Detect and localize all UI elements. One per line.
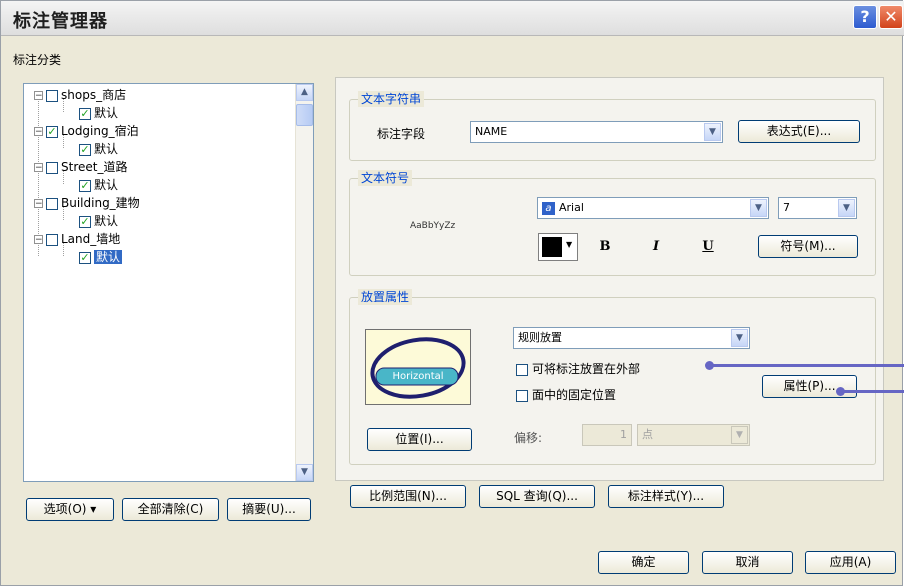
expression-button[interactable]: 表达式(E)... [738,120,860,143]
placement-method-select[interactable]: 规则放置 ▼ [513,327,750,349]
chevron-down-icon[interactable]: ▼ [704,123,721,141]
layer-label: shops_商店 [61,88,127,102]
label-manager-window: 标注管理器 ? ✕ 标注分类 − shops_商店 ✓ 默认 − ✓ Lodging_宿… [0,0,904,586]
sql-query-button[interactable]: SQL 查询(Q)... [479,485,595,508]
class-checkbox[interactable]: ✓ [79,215,91,228]
class-checkbox[interactable]: ✓ [79,107,91,120]
scale-range-button[interactable]: 比例范围(N)... [350,485,466,508]
placement-method-value: 规则放置 [518,331,562,344]
fixed-position-option[interactable]: 面中的固定位置 [516,387,616,403]
font-size-value: 7 [783,201,790,214]
collapse-icon[interactable]: − [34,199,43,209]
underline-button[interactable]: U [688,233,728,261]
scroll-thumb[interactable] [296,104,313,126]
tree-layer-row[interactable]: − ✓ Lodging_宿泊 [34,122,139,140]
summary-button[interactable]: 摘要(U)... [227,498,311,521]
preview-label: Horizontal [392,371,444,382]
callout-line [841,390,904,393]
group-title: 文本字符串 [358,91,425,107]
caret-down-icon: ▼ [566,240,573,249]
symbol-button[interactable]: 符号(M)... [758,235,858,258]
tree-class-row[interactable]: ✓ 默认 [79,104,118,122]
chevron-down-icon[interactable]: ▼ [731,329,748,347]
place-outside-label: 可将标注放置在外部 [532,362,641,376]
bold-button[interactable]: B [585,233,625,261]
layer-checkbox[interactable] [46,197,58,210]
class-label: 默认 [94,106,119,120]
label-field-select[interactable]: NAME ▼ [470,121,723,143]
layer-checkbox[interactable]: ✓ [46,125,58,138]
color-swatch [542,237,562,257]
help-button[interactable]: ? [853,5,877,29]
scroll-up-icon[interactable]: ▲ [296,84,313,101]
layer-checkbox[interactable] [46,233,58,246]
layer-label: Building_建物 [61,196,140,210]
chevron-down-icon[interactable]: ▼ [838,199,855,217]
options-button[interactable]: 选项(O) ▾ [26,498,114,521]
tree-scrollbar[interactable]: ▲ ▼ [295,84,313,481]
window-title: 标注管理器 [13,11,108,32]
title-bar: 标注管理器 ? ✕ [1,1,904,36]
font-size-select[interactable]: 7 ▼ [778,197,857,219]
chevron-down-icon[interactable]: ▼ [750,199,767,217]
label-field-label: 标注字段 [377,127,426,141]
tree-class-row[interactable]: ✓ 默认 [79,140,118,158]
scroll-down-icon[interactable]: ▼ [296,464,313,481]
font-select[interactable]: a Arial ▼ [537,197,769,219]
fixed-position-checkbox[interactable] [516,389,528,402]
cancel-button[interactable]: 取消 [702,551,793,574]
label-field-value: NAME [475,125,508,138]
offset-input[interactable]: 1 [582,424,632,446]
label-styles-button[interactable]: 标注样式(Y)... [608,485,724,508]
close-button[interactable]: ✕ [879,5,903,29]
font-name: Arial [559,201,584,214]
tree-layer-row[interactable]: − Building_建物 [34,194,140,212]
layer-label: Lodging_宿泊 [61,124,139,138]
group-title: 文本符号 [358,170,413,186]
ok-button[interactable]: 确定 [598,551,689,574]
offset-label: 偏移: [514,431,543,445]
class-label: 默认 [94,214,119,228]
section-label: 标注分类 [13,53,62,67]
placement-preview: Horizontal [365,329,471,405]
tree-layer-row[interactable]: − Land_墙地 [34,230,120,248]
italic-button[interactable]: I [636,233,676,261]
tree-layer-row[interactable]: − shops_商店 [34,86,126,104]
place-outside-option[interactable]: 可将标注放置在外部 [516,361,640,377]
offset-unit-value: 点 [642,428,653,441]
label-class-tree[interactable]: − shops_商店 ✓ 默认 − ✓ Lodging_宿泊 ✓ 默认 − Street_道… [23,83,314,482]
group-title: 放置属性 [358,289,413,305]
class-label: 默认 [94,250,123,264]
apply-button[interactable]: 应用(A) [805,551,896,574]
layer-checkbox[interactable] [46,161,58,174]
collapse-icon[interactable]: − [34,91,43,101]
class-checkbox[interactable]: ✓ [79,143,91,156]
collapse-icon[interactable]: − [34,127,43,137]
class-label: 默认 [94,178,119,192]
layer-label: Street_道路 [61,160,128,174]
tree-class-row[interactable]: ✓ 默认 [79,176,118,194]
position-button[interactable]: 位置(I)... [367,428,472,451]
collapse-icon[interactable]: − [34,163,43,173]
callout-line [709,364,904,367]
font-type-icon: a [542,201,555,215]
class-checkbox[interactable]: ✓ [79,251,91,264]
offset-unit-select[interactable]: 点 ▼ [637,424,750,446]
tree-class-row[interactable]: ✓ 默认 [79,212,118,230]
symbol-preview-text: AaBbYyZz [410,221,456,231]
fixed-position-label: 面中的固定位置 [532,388,617,402]
class-label: 默认 [94,142,119,156]
tree-class-row-selected[interactable]: ✓ 默认 [79,248,123,266]
place-outside-checkbox[interactable] [516,363,528,376]
clear-all-button[interactable]: 全部清除(C) [122,498,219,521]
layer-checkbox[interactable] [46,89,58,102]
chevron-down-icon[interactable]: ▼ [731,426,748,444]
class-checkbox[interactable]: ✓ [79,179,91,192]
placement-preview-graphic [370,337,466,399]
collapse-icon[interactable]: − [34,235,43,245]
color-picker-button[interactable]: ▼ [538,233,578,261]
tree-layer-row[interactable]: − Street_道路 [34,158,127,176]
layer-label: Land_墙地 [61,232,121,246]
